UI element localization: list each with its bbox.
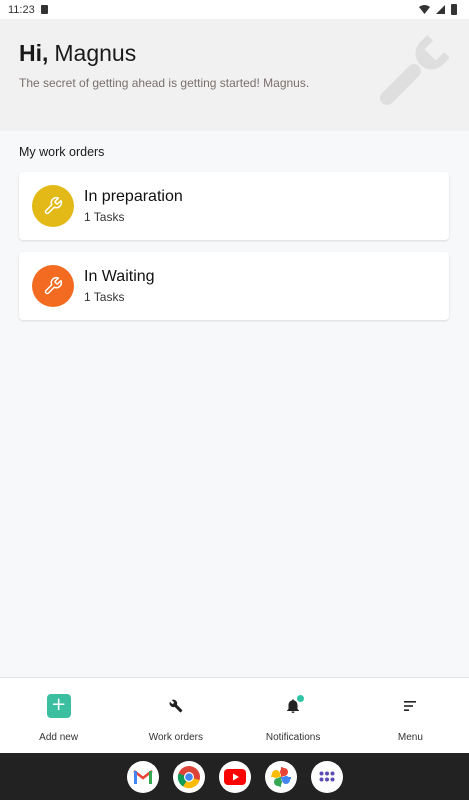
wrench-watermark-icon [379,35,449,106]
nav-work-orders[interactable]: Work orders [117,678,234,753]
greeting-tagline: The secret of getting ahead is getting s… [19,76,310,90]
order-title: In preparation [84,188,183,205]
order-task-count: 1 Tasks [84,290,125,304]
nav-label: Add new [39,732,79,743]
nav-label: Work orders [148,732,204,743]
greeting: Hi, Magnus [19,40,136,67]
status-time: 11:23 [8,3,35,16]
greeting-prefix: Hi, [19,40,49,66]
nav-menu[interactable]: Menu [352,678,469,753]
gmail-icon[interactable] [126,760,159,793]
order-status-circle [32,265,74,307]
wrench-icon [44,276,63,295]
chrome-icon[interactable] [172,760,205,793]
photos-icon[interactable] [264,760,297,793]
work-order-card-preparation[interactable]: In preparation 1 Tasks [19,172,449,240]
nav-label: Menu [397,732,423,743]
app-drawer-icon[interactable] [310,760,343,793]
order-status-circle [32,185,74,227]
menu-icon [404,701,417,711]
user-name: Magnus [54,40,137,66]
nav-label: Notifications [265,732,321,743]
work-order-card-waiting[interactable]: In Waiting 1 Tasks [19,252,449,320]
bottom-nav: + Add new Work orders Notifications Menu [0,677,469,753]
notification-badge [297,695,305,702]
nav-notifications[interactable]: Notifications [235,678,352,753]
status-bar: 11:23 [0,0,469,19]
wrench-icon [169,699,183,713]
nav-add-new[interactable]: + Add new [0,678,117,753]
cell-signal-icon [436,5,445,14]
system-dock [0,753,469,800]
order-title: In Waiting [84,268,155,285]
youtube-icon[interactable] [218,760,251,793]
sd-card-icon [40,5,48,14]
plus-icon[interactable]: + [46,694,71,718]
section-title: My work orders [19,145,105,159]
battery-icon [451,4,457,15]
order-task-count: 1 Tasks [84,210,125,224]
wrench-icon [44,196,63,215]
wifi-icon [419,5,430,14]
greeting-header: Hi, Magnus The secret of getting ahead is… [0,19,469,131]
